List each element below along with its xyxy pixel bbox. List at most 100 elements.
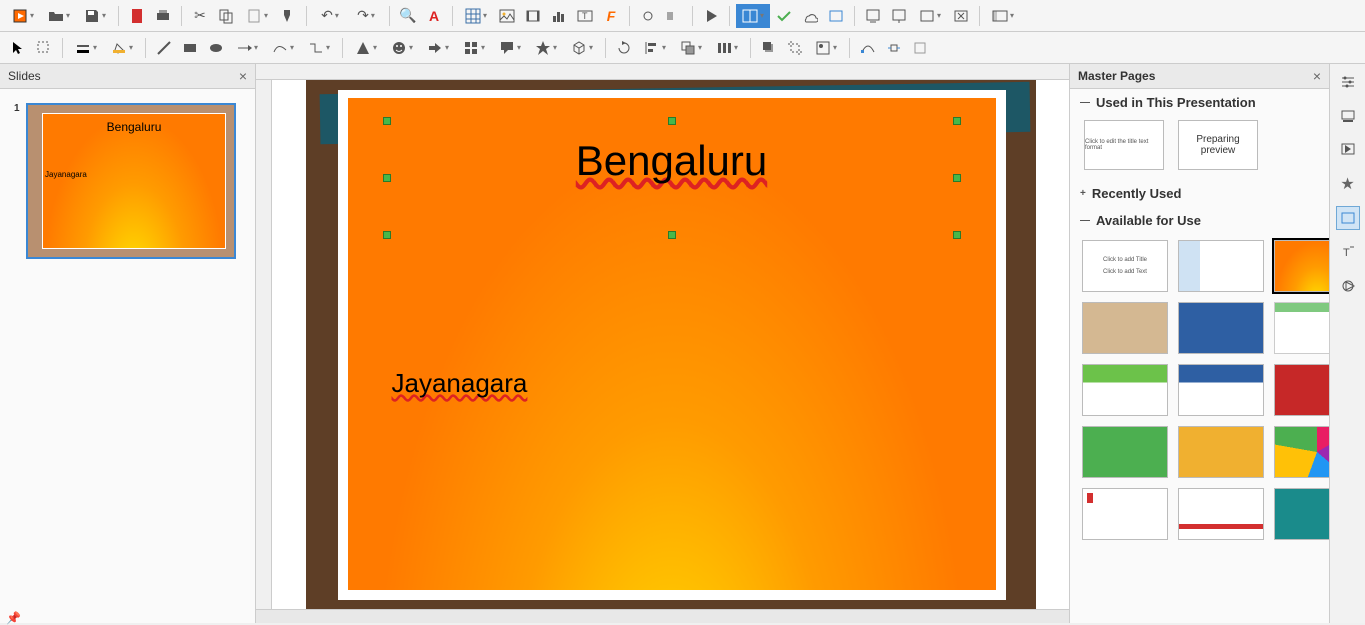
master-sunburst[interactable] — [1274, 240, 1329, 292]
3d-button[interactable] — [565, 36, 599, 60]
section-available[interactable]: —Available for Use — [1070, 207, 1329, 234]
master-redmark[interactable] — [1082, 488, 1168, 540]
line-tool[interactable] — [152, 36, 176, 60]
tab-animation-icon[interactable]: T — [1336, 240, 1360, 264]
extrusion-button[interactable] — [908, 36, 932, 60]
resize-handle-br[interactable] — [953, 231, 961, 239]
tab-master-icon[interactable] — [1336, 206, 1360, 230]
new-doc-button[interactable] — [6, 4, 40, 28]
clone-format-button[interactable] — [276, 4, 300, 28]
arrange-button[interactable] — [674, 36, 708, 60]
insert-special-button[interactable] — [662, 4, 686, 28]
master-blue2[interactable] — [1178, 364, 1264, 416]
curve-tool[interactable] — [266, 36, 300, 60]
print-button[interactable] — [151, 4, 175, 28]
resize-handle-ml[interactable] — [383, 174, 391, 182]
views-button[interactable] — [986, 4, 1020, 28]
master-teal[interactable] — [1274, 488, 1329, 540]
master-red[interactable] — [1274, 364, 1329, 416]
rect-tool[interactable] — [178, 36, 202, 60]
resize-handle-bl[interactable] — [383, 231, 391, 239]
slide-canvas[interactable]: Bengaluru Jayanagara — [306, 80, 1036, 609]
tab-transition-icon[interactable] — [1336, 274, 1360, 298]
fontwork-button[interactable]: F — [599, 4, 623, 28]
fill-color-button[interactable] — [105, 36, 139, 60]
close-slide-button[interactable] — [949, 4, 973, 28]
master-redstripe[interactable] — [1178, 488, 1264, 540]
resize-handle-tl[interactable] — [383, 117, 391, 125]
used-master-1[interactable]: Click to edit the title text format — [1084, 120, 1164, 170]
hyperlink-button[interactable] — [636, 4, 660, 28]
master-gray[interactable] — [1274, 302, 1329, 354]
connector-tool[interactable] — [302, 36, 336, 60]
master-bluelist[interactable] — [1178, 240, 1264, 292]
line-color-button[interactable] — [69, 36, 103, 60]
check-button[interactable] — [772, 4, 796, 28]
points-button[interactable] — [856, 36, 880, 60]
find-button[interactable]: 🔍 — [396, 4, 420, 28]
master-blue[interactable] — [1178, 302, 1264, 354]
master-default[interactable]: Click to add TitleClick to add Text — [1082, 240, 1168, 292]
shadow-button[interactable] — [757, 36, 781, 60]
cloud-button[interactable] — [798, 4, 822, 28]
canvas-scroll[interactable]: Bengaluru Jayanagara — [256, 80, 1069, 609]
chart-button[interactable] — [547, 4, 571, 28]
stars-button[interactable] — [529, 36, 563, 60]
start-presentation-button[interactable] — [699, 4, 723, 28]
window-split-button[interactable] — [736, 4, 770, 28]
slide-thumbnail-1[interactable]: Bengaluru Jayanagara — [26, 103, 236, 259]
redo-button[interactable]: ↷ — [349, 4, 383, 28]
paste-button[interactable] — [240, 4, 274, 28]
textbox-button[interactable]: T — [573, 4, 597, 28]
tab-slide-icon[interactable] — [1336, 104, 1360, 128]
rotate-button[interactable] — [612, 36, 636, 60]
copy-button[interactable] — [214, 4, 238, 28]
master-panel-close-icon[interactable]: × — [1313, 68, 1321, 84]
export-pdf-button[interactable] — [125, 4, 149, 28]
used-master-preparing[interactable]: Preparing preview — [1178, 120, 1258, 170]
section-recent[interactable]: +Recently Used — [1070, 180, 1329, 207]
master-triangle[interactable] — [1274, 426, 1329, 478]
symbol-shapes-button[interactable] — [385, 36, 419, 60]
cut-button[interactable]: ✂ — [188, 4, 212, 28]
section-used[interactable]: —Used in This Presentation — [1070, 89, 1329, 116]
open-button[interactable] — [42, 4, 76, 28]
master-green[interactable] — [1082, 364, 1168, 416]
undo-button[interactable]: ↶ — [313, 4, 347, 28]
block-arrows-button[interactable] — [421, 36, 455, 60]
tab-properties-icon[interactable] — [1336, 70, 1360, 94]
slide-body-text[interactable]: Jayanagara — [392, 368, 528, 399]
slide-title-text[interactable]: Bengaluru — [387, 121, 957, 185]
horizontal-scrollbar[interactable] — [256, 609, 1069, 623]
tab-gallery-icon[interactable] — [1336, 138, 1360, 162]
callout-button[interactable] — [493, 36, 527, 60]
distribute-button[interactable] — [710, 36, 744, 60]
slide-prop-button[interactable] — [887, 4, 911, 28]
tab-navigator-icon[interactable]: ★ — [1336, 172, 1360, 196]
resize-handle-mr[interactable] — [953, 174, 961, 182]
slide-button[interactable] — [861, 4, 885, 28]
title-placeholder[interactable]: Bengaluru — [386, 120, 958, 236]
flowchart-button[interactable] — [457, 36, 491, 60]
table-button[interactable] — [459, 4, 493, 28]
ellipse-tool[interactable] — [204, 36, 228, 60]
resize-handle-tm[interactable] — [668, 117, 676, 125]
master-cork[interactable] — [1082, 302, 1168, 354]
glue-button[interactable] — [882, 36, 906, 60]
image-button[interactable] — [495, 4, 519, 28]
crop-button[interactable] — [783, 36, 807, 60]
slide-layout-button[interactable] — [913, 4, 947, 28]
select-tool[interactable] — [6, 36, 30, 60]
align-button[interactable] — [638, 36, 672, 60]
filter-button[interactable] — [809, 36, 843, 60]
master-green2[interactable] — [1082, 426, 1168, 478]
media-button[interactable] — [521, 4, 545, 28]
resize-handle-tr[interactable] — [953, 117, 961, 125]
resize-handle-bm[interactable] — [668, 231, 676, 239]
save-button[interactable] — [78, 4, 112, 28]
zoom-rect-tool[interactable] — [32, 36, 56, 60]
spellcheck-button[interactable]: A — [422, 4, 446, 28]
slides-panel-close-icon[interactable]: × — [239, 68, 247, 84]
master-yellow[interactable] — [1178, 426, 1264, 478]
arrow-tool[interactable] — [230, 36, 264, 60]
